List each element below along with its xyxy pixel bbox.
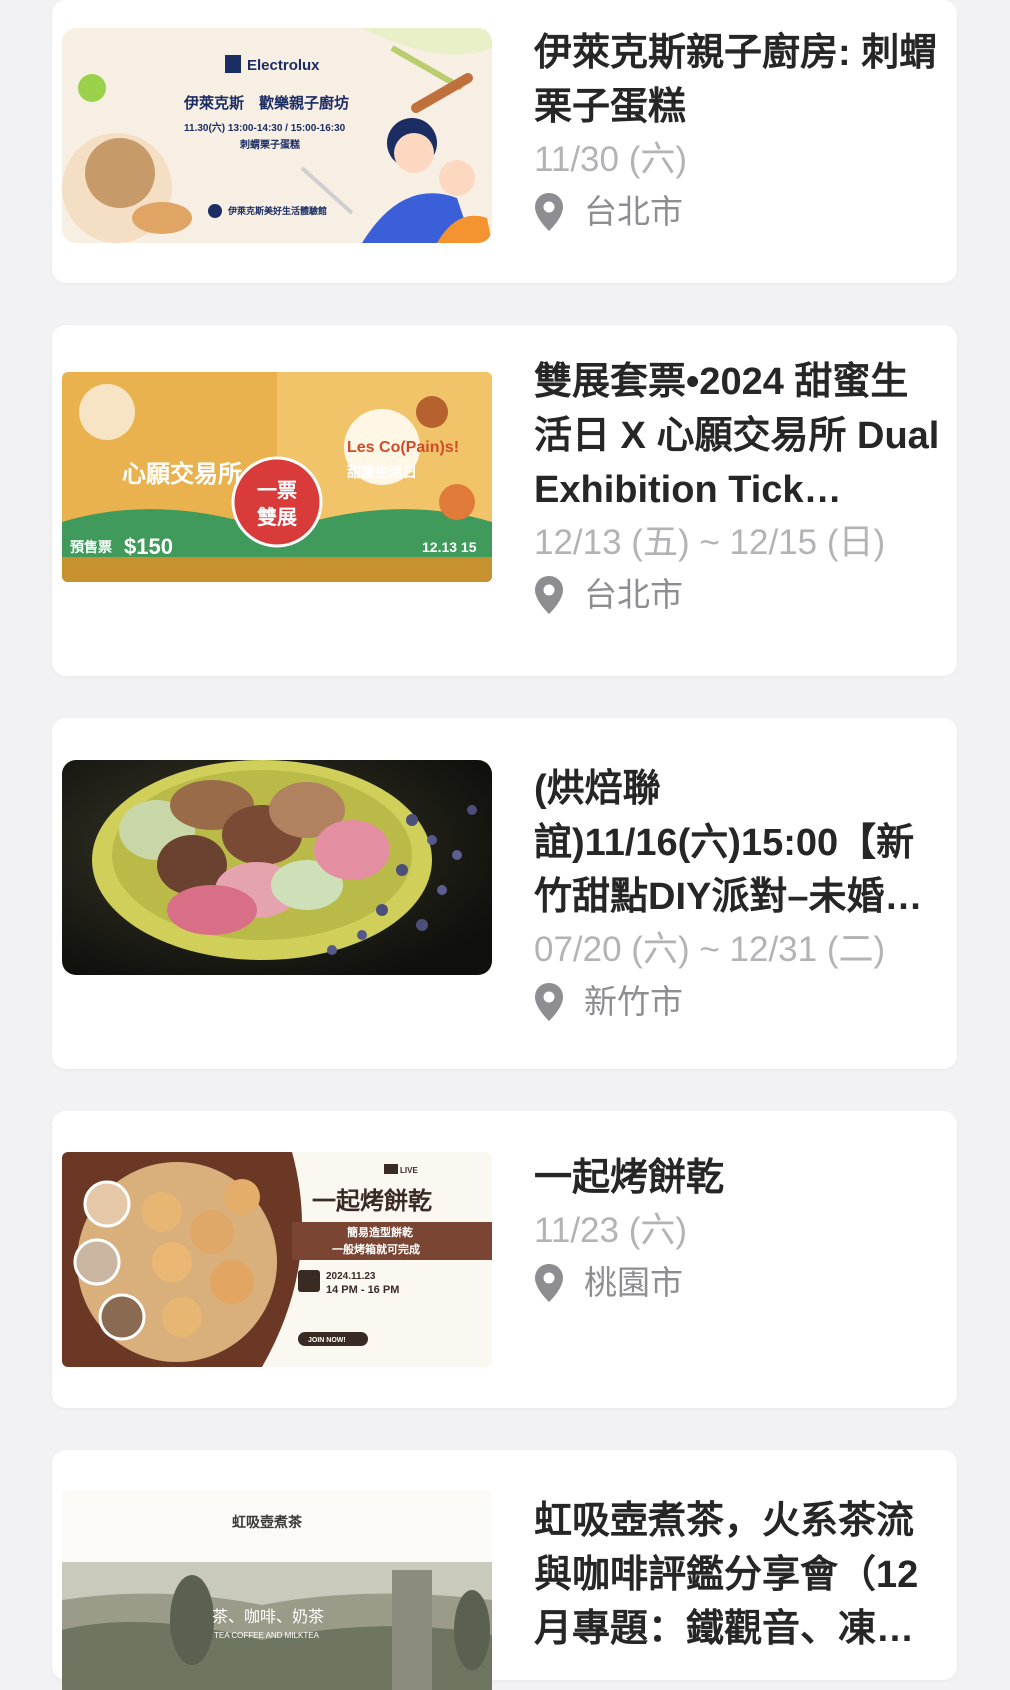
event-card[interactable]: Electrolux 伊萊克斯 歡樂親子廚坊 11.30(六) 13:00-14… [52,0,957,283]
banner-mid: 茶、咖啡、奶茶 [212,1608,324,1626]
event-banner-image[interactable]: LIVE 一起烤餅乾 簡易造型餅乾 一般烤箱就可完成 2024.11.23 14… [62,1152,492,1367]
event-location-label: 台北市 [584,193,683,230]
banner-line2: 一般烤箱就可完成 [332,1242,420,1256]
banner-right-title: Les Co(Pain)s! [347,439,459,456]
banner-sub: TEA COFFEE AND MILKTEA [214,1631,320,1640]
event-title[interactable]: (烘焙聯誼)11/16(六)15:00【新竹甜點DIY派對–未婚… [534,762,943,924]
event-date: 11/30 (六) [534,140,688,179]
event-location: 桃園市 [534,1259,943,1307]
banner-time: 14 PM - 16 PM [326,1284,399,1296]
banner-top: 虹吸壺煮茶 [232,1514,303,1530]
event-title[interactable]: 伊萊克斯親子廚房: 刺蝟栗子蛋糕 [534,26,943,134]
event-title[interactable]: 虹吸壺煮茶，火系茶流與咖啡評鑑分享會（12月專題：鐵觀音、凍… [534,1494,943,1656]
event-card[interactable]: 一票 雙展 心願交易所 Les Co(Pain)s! 甜蜜生活日 預售票 $15… [52,325,957,676]
event-location-label: 台北市 [584,576,683,613]
banner-schedule: 11.30(六) 13:00-14:30 / 15:00-16:30 [184,121,346,134]
banner-brand: Electrolux [247,57,320,74]
banner-dish: 刺蝟栗子蛋糕 [239,138,300,151]
event-banner-image[interactable] [62,760,492,975]
banner-price: $150 [124,534,173,559]
banner-headline: 一起烤餅乾 [312,1187,432,1215]
event-card[interactable]: 虹吸壺煮茶 茶、咖啡、奶茶 TEA COFFEE AND MILKTEA 虹吸壺… [52,1450,957,1690]
map-pin-icon [535,576,563,614]
event-title[interactable]: 一起烤餅乾 [534,1151,943,1205]
banner-presale: 預售票 [70,539,112,555]
banner-badge-bottom: 雙展 [257,505,297,529]
event-date: 11/23 (六) [534,1211,688,1250]
event-location-label: 新竹市 [584,983,683,1020]
event-location: 台北市 [534,188,943,236]
map-pin-icon [535,983,563,1021]
event-banner-image[interactable]: 虹吸壺煮茶 茶、咖啡、奶茶 TEA COFFEE AND MILKTEA [62,1490,492,1690]
banner-right-sub: 甜蜜生活日 [347,464,417,480]
banner-join: JOIN NOW! [308,1337,346,1344]
event-date: 12/13 (五) ~ 12/15 (日) [534,523,886,562]
event-card[interactable]: (烘焙聯誼)11/16(六)15:00【新竹甜點DIY派對–未婚… 07/20 … [52,718,957,1069]
event-banner-image[interactable]: 一票 雙展 心願交易所 Les Co(Pain)s! 甜蜜生活日 預售票 $15… [62,372,492,582]
banner-badge-top: 一票 [257,479,297,502]
banner-left-title: 心願交易所 [122,460,242,488]
event-date: 07/20 (六) ~ 12/31 (二) [534,930,886,969]
banner-line1: 簡易造型餅乾 [347,1225,413,1239]
banner-headline: 伊萊克斯 歡樂親子廚坊 [183,94,349,112]
event-title[interactable]: 雙展套票•2024 甜蜜生活日 X 心願交易所 Dual Exhibition … [534,355,943,517]
event-banner-image[interactable]: Electrolux 伊萊克斯 歡樂親子廚坊 11.30(六) 13:00-14… [62,28,492,243]
event-card[interactable]: LIVE 一起烤餅乾 簡易造型餅乾 一般烤箱就可完成 2024.11.23 14… [52,1111,957,1408]
map-pin-icon [535,1264,563,1302]
event-location-label: 桃園市 [584,1264,683,1301]
event-location: 新竹市 [534,978,943,1026]
banner-when: 2024.11.23 [326,1271,376,1282]
banner-dates: 12.13 15 [422,539,477,555]
banner-venue: 伊萊克斯美好生活體驗館 [227,205,327,216]
banner-live: LIVE [400,1166,418,1175]
event-location: 台北市 [534,571,943,619]
map-pin-icon [535,193,563,231]
